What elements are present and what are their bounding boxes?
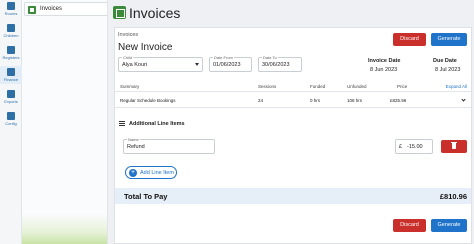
column-header: Unfunded xyxy=(347,84,367,89)
invoice-date-value: 8 Jun 2023 xyxy=(370,67,398,73)
rooms-icon xyxy=(7,2,15,10)
invoice-date-label: Invoice Date xyxy=(368,58,401,64)
line-item-amount-field[interactable]: £ -15.00 xyxy=(395,139,433,154)
rail-item-exports[interactable]: Exports xyxy=(0,90,22,104)
rail-item-rooms[interactable]: Rooms xyxy=(0,2,22,16)
rail-item-children[interactable]: Children xyxy=(0,24,22,38)
invoice-icon xyxy=(113,6,126,19)
rail-item-config[interactable]: Config xyxy=(0,112,22,126)
add-line-item-button[interactable]: + Add Line Item xyxy=(125,166,177,179)
additional-items-title: Additional Line Items xyxy=(129,121,185,127)
discard-button[interactable]: Discard xyxy=(393,33,426,46)
due-date-label: Due Date xyxy=(433,58,457,64)
child-select[interactable]: Child Alya Kouri xyxy=(118,55,203,72)
rail-item-registers[interactable]: Registers xyxy=(0,46,22,60)
config-icon xyxy=(7,112,15,120)
plus-icon: + xyxy=(129,169,137,177)
form-heading: New Invoice xyxy=(118,42,173,53)
column-header: Price xyxy=(397,84,408,89)
column-header: Summary xyxy=(120,84,140,89)
expand-all-link[interactable]: Expand All xyxy=(446,84,467,89)
rail-label: Exports xyxy=(4,99,18,104)
rail-item-finance[interactable]: Finance xyxy=(0,66,22,84)
delete-line-item-button[interactable] xyxy=(441,140,467,153)
child-label: Child xyxy=(122,55,134,60)
registers-icon xyxy=(7,46,15,54)
section-sidebar: Invoices xyxy=(22,0,108,244)
invoice-icon xyxy=(28,6,36,14)
children-icon xyxy=(7,24,15,32)
exports-icon xyxy=(7,90,15,98)
total-value: £810.96 xyxy=(439,192,467,201)
chevron-down-icon[interactable] xyxy=(461,97,466,102)
date-from-label: Date From xyxy=(213,55,234,60)
generate-button-bottom[interactable]: Generate xyxy=(431,219,467,232)
rail-label: Finance xyxy=(3,77,19,82)
chevron-down-icon xyxy=(195,63,199,66)
total-bar: Total To Pay £810.96 xyxy=(115,188,471,204)
trash-icon xyxy=(451,141,457,149)
sidebar-illustration xyxy=(22,214,107,244)
finance-icon xyxy=(7,68,15,76)
page-title: Invoices xyxy=(129,5,181,21)
rail-label: Config xyxy=(5,121,17,126)
sidebar-item-invoices[interactable]: Invoices xyxy=(24,2,107,16)
due-date-value: 8 Jul 2023 xyxy=(435,67,461,73)
unfunded-cell: 108 hrs xyxy=(347,98,363,103)
app-rail: Rooms Children Registers Finance Exports… xyxy=(0,0,22,244)
add-line-item-label: Add Line Item xyxy=(140,170,174,176)
child-value: Alya Kouri xyxy=(122,62,148,68)
column-header: Sessions xyxy=(258,84,277,89)
date-from-field[interactable]: Date From 01/06/2023 xyxy=(209,55,252,72)
table-row[interactable]: Regular Schedule Bookings 24 0 hrs 108 h… xyxy=(115,94,471,108)
currency-symbol: £ xyxy=(399,144,403,150)
rail-label: Rooms xyxy=(4,11,18,16)
date-from-value: 01/06/2023 xyxy=(213,62,241,68)
summary-table-header: Summary Sessions Funded Unfunded Price E… xyxy=(115,82,471,92)
sidebar-item-label: Invoices xyxy=(40,6,63,12)
date-to-value: 30/06/2023 xyxy=(262,62,290,68)
column-header: Funded xyxy=(310,84,326,89)
list-icon xyxy=(119,121,125,126)
date-to-label: Date To xyxy=(262,55,278,60)
invoice-card: Invoices New Invoice Discard Generate Ch… xyxy=(114,27,472,244)
name-value: Refund xyxy=(127,144,145,150)
total-label: Total To Pay xyxy=(124,192,168,201)
line-item-name-field[interactable]: Name Refund xyxy=(123,137,215,154)
discard-button-bottom[interactable]: Discard xyxy=(393,219,426,232)
rail-label: Children xyxy=(3,33,19,38)
funded-cell: 0 hrs xyxy=(310,98,321,103)
date-to-field[interactable]: Date To 30/06/2023 xyxy=(258,55,302,72)
price-cell: £825.96 xyxy=(390,98,407,103)
generate-button[interactable]: Generate xyxy=(431,33,467,46)
name-label: Name xyxy=(127,137,140,142)
main-content: Invoices Invoices New Invoice Discard Ge… xyxy=(110,0,474,244)
sessions-cell: 24 xyxy=(258,98,264,103)
breadcrumb[interactable]: Invoices xyxy=(118,32,138,38)
summary-cell: Regular Schedule Bookings xyxy=(120,98,176,103)
rail-label: Registers xyxy=(2,55,20,60)
amount-value: -15.00 xyxy=(407,144,423,150)
